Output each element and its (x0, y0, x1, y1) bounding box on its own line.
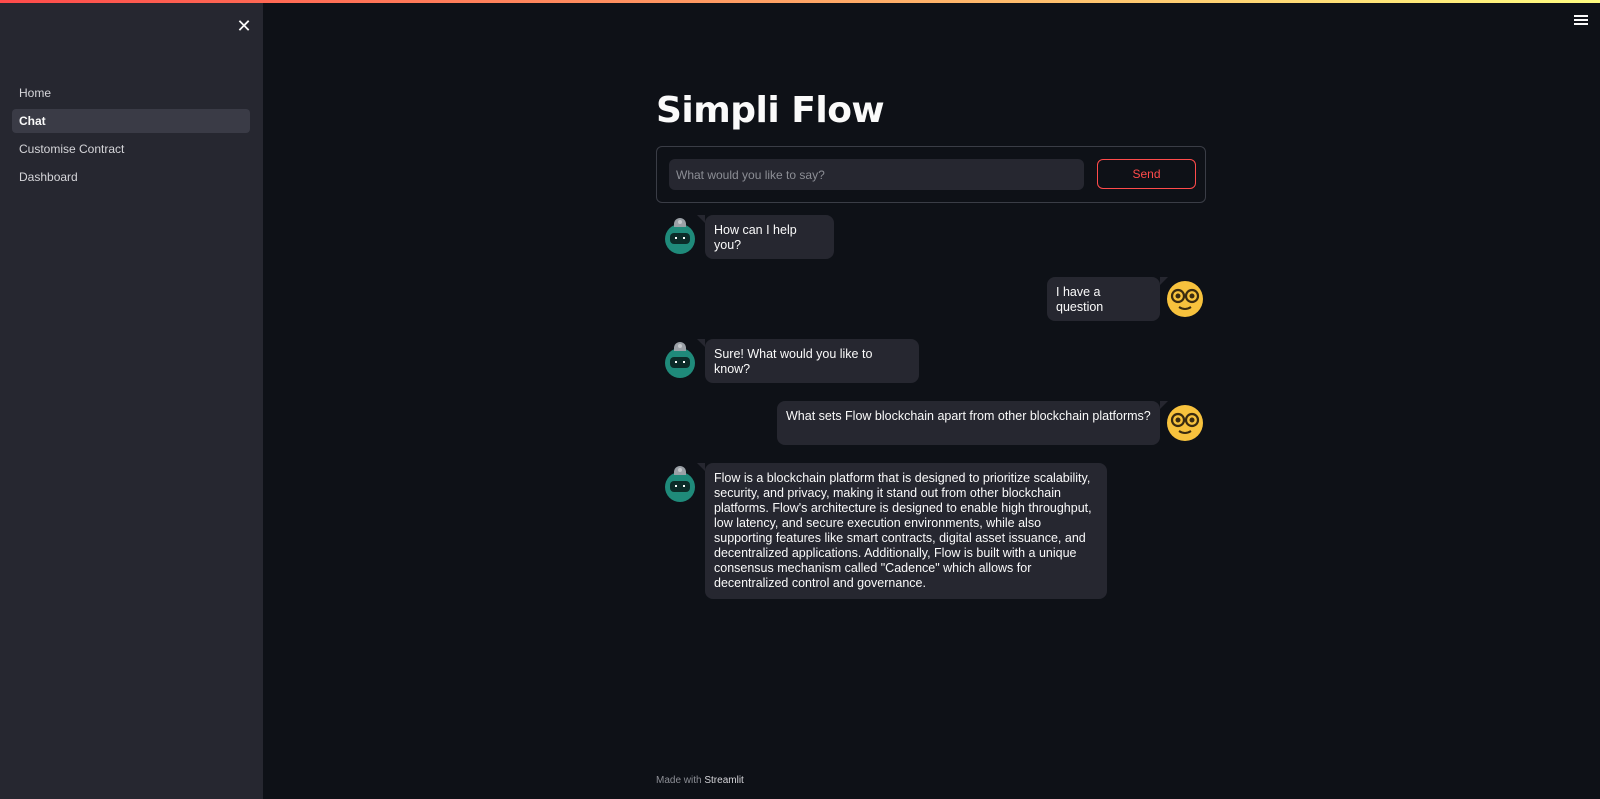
message-text: Sure! What would you like to know? (714, 347, 873, 376)
sidebar-item-label: Dashboard (19, 170, 78, 184)
robot-avatar-icon (665, 342, 695, 378)
bot-message: Sure! What would you like to know? (697, 339, 919, 383)
page-title: Simpli Flow (656, 90, 885, 131)
robot-avatar-icon (665, 466, 695, 502)
send-button[interactable]: Send (1097, 159, 1196, 189)
bot-message: Flow is a blockchain platform that is de… (697, 463, 1107, 599)
sidebar-item-label: Chat (19, 114, 46, 128)
message-text: How can I help you? (714, 223, 797, 252)
streamlit-link[interactable]: Streamlit (704, 775, 743, 786)
sidebar-nav: Home Chat Customise Contract Dashboard (12, 81, 250, 193)
user-message: What sets Flow blockchain apart from oth… (777, 401, 1168, 445)
nerd-face-avatar-icon (1167, 281, 1203, 317)
main-content: Simpli Flow Send How can I help you? I h… (656, 0, 1206, 799)
sidebar-item-chat[interactable]: Chat (12, 109, 250, 133)
message-text: What sets Flow blockchain apart from oth… (786, 409, 1151, 423)
sidebar-item-label: Customise Contract (19, 142, 125, 156)
hamburger-menu-icon[interactable] (1572, 13, 1590, 29)
bot-message: How can I help you? (697, 215, 834, 259)
robot-avatar-icon (665, 218, 695, 254)
sidebar: ✕ Home Chat Customise Contract Dashboard (0, 3, 263, 799)
message-text: Flow is a blockchain platform that is de… (714, 471, 1092, 590)
nerd-face-avatar-icon (1167, 405, 1203, 441)
footer: Made with Streamlit (656, 775, 744, 786)
chat-form: Send (656, 146, 1206, 203)
close-icon[interactable]: ✕ (233, 15, 255, 37)
sidebar-item-home[interactable]: Home (12, 81, 250, 105)
user-message: I have a question (1047, 277, 1168, 321)
footer-prefix: Made with (656, 775, 702, 786)
message-input[interactable] (669, 159, 1084, 190)
sidebar-item-customise-contract[interactable]: Customise Contract (12, 137, 250, 161)
message-text: I have a question (1056, 285, 1104, 314)
sidebar-item-dashboard[interactable]: Dashboard (12, 165, 250, 189)
sidebar-item-label: Home (19, 86, 52, 100)
